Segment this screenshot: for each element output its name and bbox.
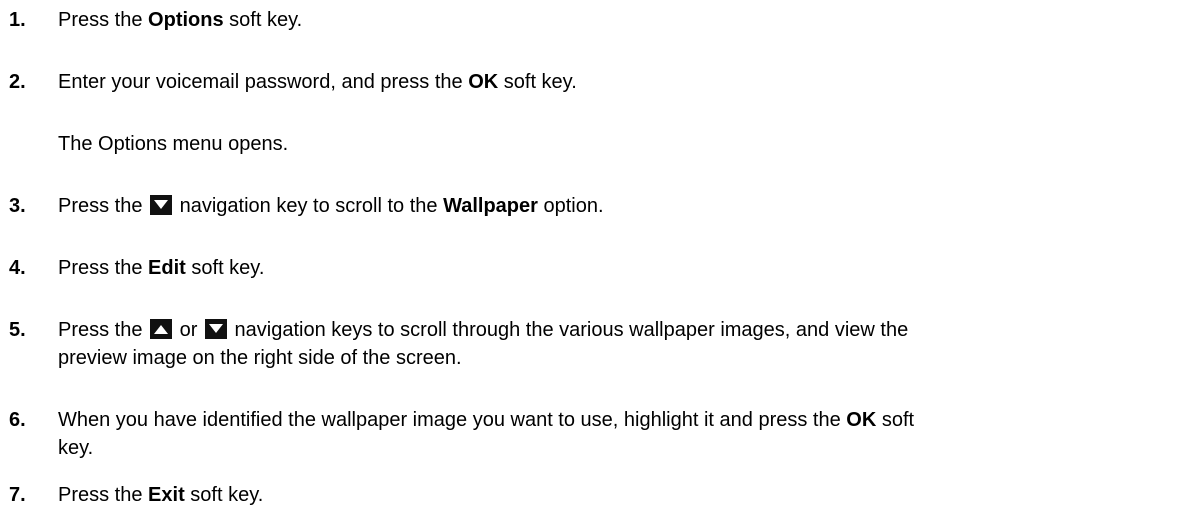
step-text: Enter your voicemail password, and press… [58,69,1198,95]
step-number: 5. [9,319,26,341]
step-text-part: soft [876,409,915,431]
step-text: Press the Edit soft key. [58,255,1198,281]
step-text-part: Press the [58,257,149,279]
step-text-part: soft key. [184,484,264,506]
up-arrow-key-icon [150,319,173,339]
step-number: 3. [9,195,26,217]
step-number: 1. [9,9,26,31]
step-text-part: Enter your voicemail password, and press… [58,71,469,93]
step-text: Press the or navigation keys to scroll t… [58,317,1198,343]
step-text-part: Press the [58,195,149,217]
step-text: Press the navigation key to scroll to th… [58,193,1198,219]
step-text-part: soft key. [498,71,577,93]
soft-key-name: OK [846,409,877,431]
step-text-part: navigation key to scroll to the [174,195,444,217]
down-arrow-key-icon [150,195,173,215]
soft-key-name: Exit [148,484,185,506]
step-text: When you have identified the wallpaper i… [58,407,1198,433]
step-text-part: Press the [58,9,149,31]
step-text-part: When you have identified the wallpaper i… [58,409,847,431]
soft-key-name: Edit [148,257,186,279]
step-text: Press the Exit soft key. [58,482,1198,508]
step-text-part: soft key. [223,9,303,31]
step-number: 4. [9,257,26,279]
step-text-part: navigation keys to scroll through the va… [228,319,909,341]
step-text-part: Press the [58,484,149,506]
step-5-continuation: preview image on the right side of the s… [58,347,462,369]
step-6-continuation: key. [58,437,94,459]
soft-key-name: Options [148,9,224,31]
down-arrow-key-icon [204,319,227,339]
step-number: 7. [9,484,26,506]
step-number: 6. [9,409,26,431]
option-name: Wallpaper [443,195,538,217]
step-text: Press the Options soft key. [58,7,1198,33]
step-text-part: Press the [58,319,149,341]
step-text-part: or [174,319,203,341]
step-2-result: The Options menu opens. [58,133,289,155]
step-text-part: soft key. [185,257,265,279]
step-number: 2. [9,71,26,93]
step-text-part: option. [537,195,604,217]
soft-key-name: OK [468,71,499,93]
